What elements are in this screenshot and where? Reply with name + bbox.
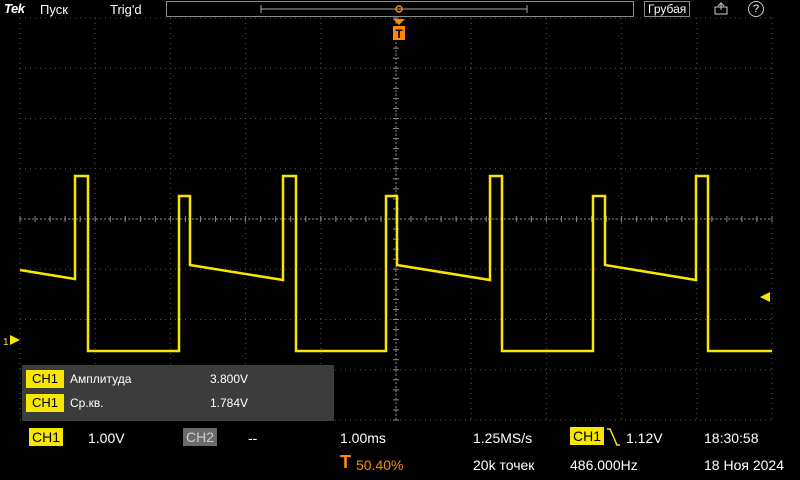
measurement-row[interactable]: CH1 Ср.кв. 1.784V [26, 394, 326, 414]
measurement-value: 1.784V [210, 396, 249, 410]
record-length[interactable]: 20k точек [473, 457, 534, 473]
ch1-ground-marker[interactable]: 1 [3, 335, 20, 348]
measurement-panel: CH1 Амплитуда 3.800V CH1 Ср.кв. 1.784V [22, 365, 334, 421]
measurement-value: 3.800V [210, 372, 249, 386]
measurement-channel-badge: CH1 [26, 370, 64, 388]
trigger-marker-label: T [395, 27, 403, 41]
ch2-scale[interactable]: -- [248, 430, 257, 446]
ch1-trace [19, 174, 772, 353]
date: 18 Ноя 2024 [704, 457, 784, 473]
timebase[interactable]: 1.00ms [340, 430, 386, 446]
measurement-channel-badge: CH1 [26, 394, 64, 412]
measurement-name: Амплитуда [70, 372, 132, 386]
trigger-falling-edge-icon [607, 428, 620, 446]
frequency: 486.000Hz [570, 457, 638, 473]
trigger-source-badge[interactable]: CH1 [570, 427, 605, 445]
measurement-name: Ср.кв. [70, 396, 104, 410]
svg-text:1: 1 [3, 337, 9, 348]
trigger-position-marker[interactable]: T [393, 19, 405, 41]
sample-rate: 1.25MS/s [473, 430, 533, 446]
ch1-scale[interactable]: 1.00V [88, 430, 125, 446]
time: 18:30:58 [704, 430, 759, 446]
ch1-channel-badge[interactable]: CH1 [29, 428, 64, 446]
ch2-channel-badge[interactable]: CH2 [183, 428, 218, 446]
trigger-position-icon: T [340, 452, 351, 472]
measurement-row[interactable]: CH1 Амплитуда 3.800V [26, 370, 326, 390]
trigger-level[interactable]: 1.12V [626, 430, 663, 446]
trigger-level-marker[interactable] [760, 292, 770, 302]
trigger-position[interactable]: 50.40% [356, 457, 403, 473]
